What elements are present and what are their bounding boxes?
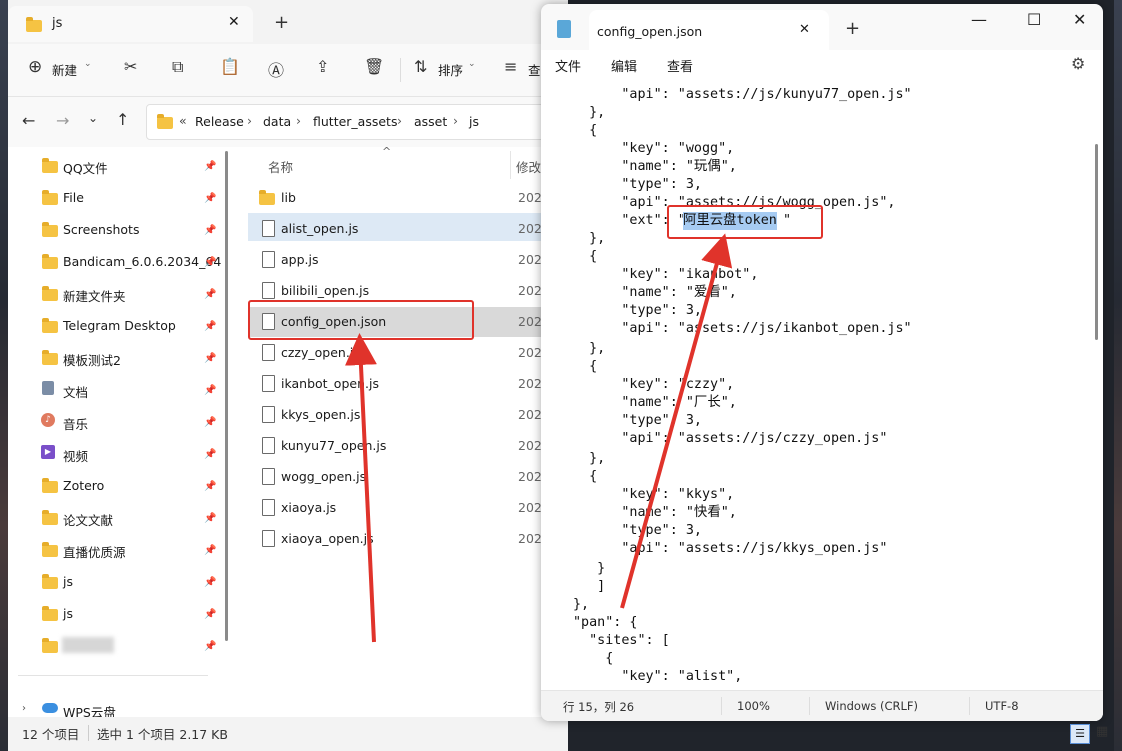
arrow-to-token (620, 233, 733, 609)
arrow-to-file (344, 333, 377, 643)
annotation-arrows (344, 233, 733, 643)
